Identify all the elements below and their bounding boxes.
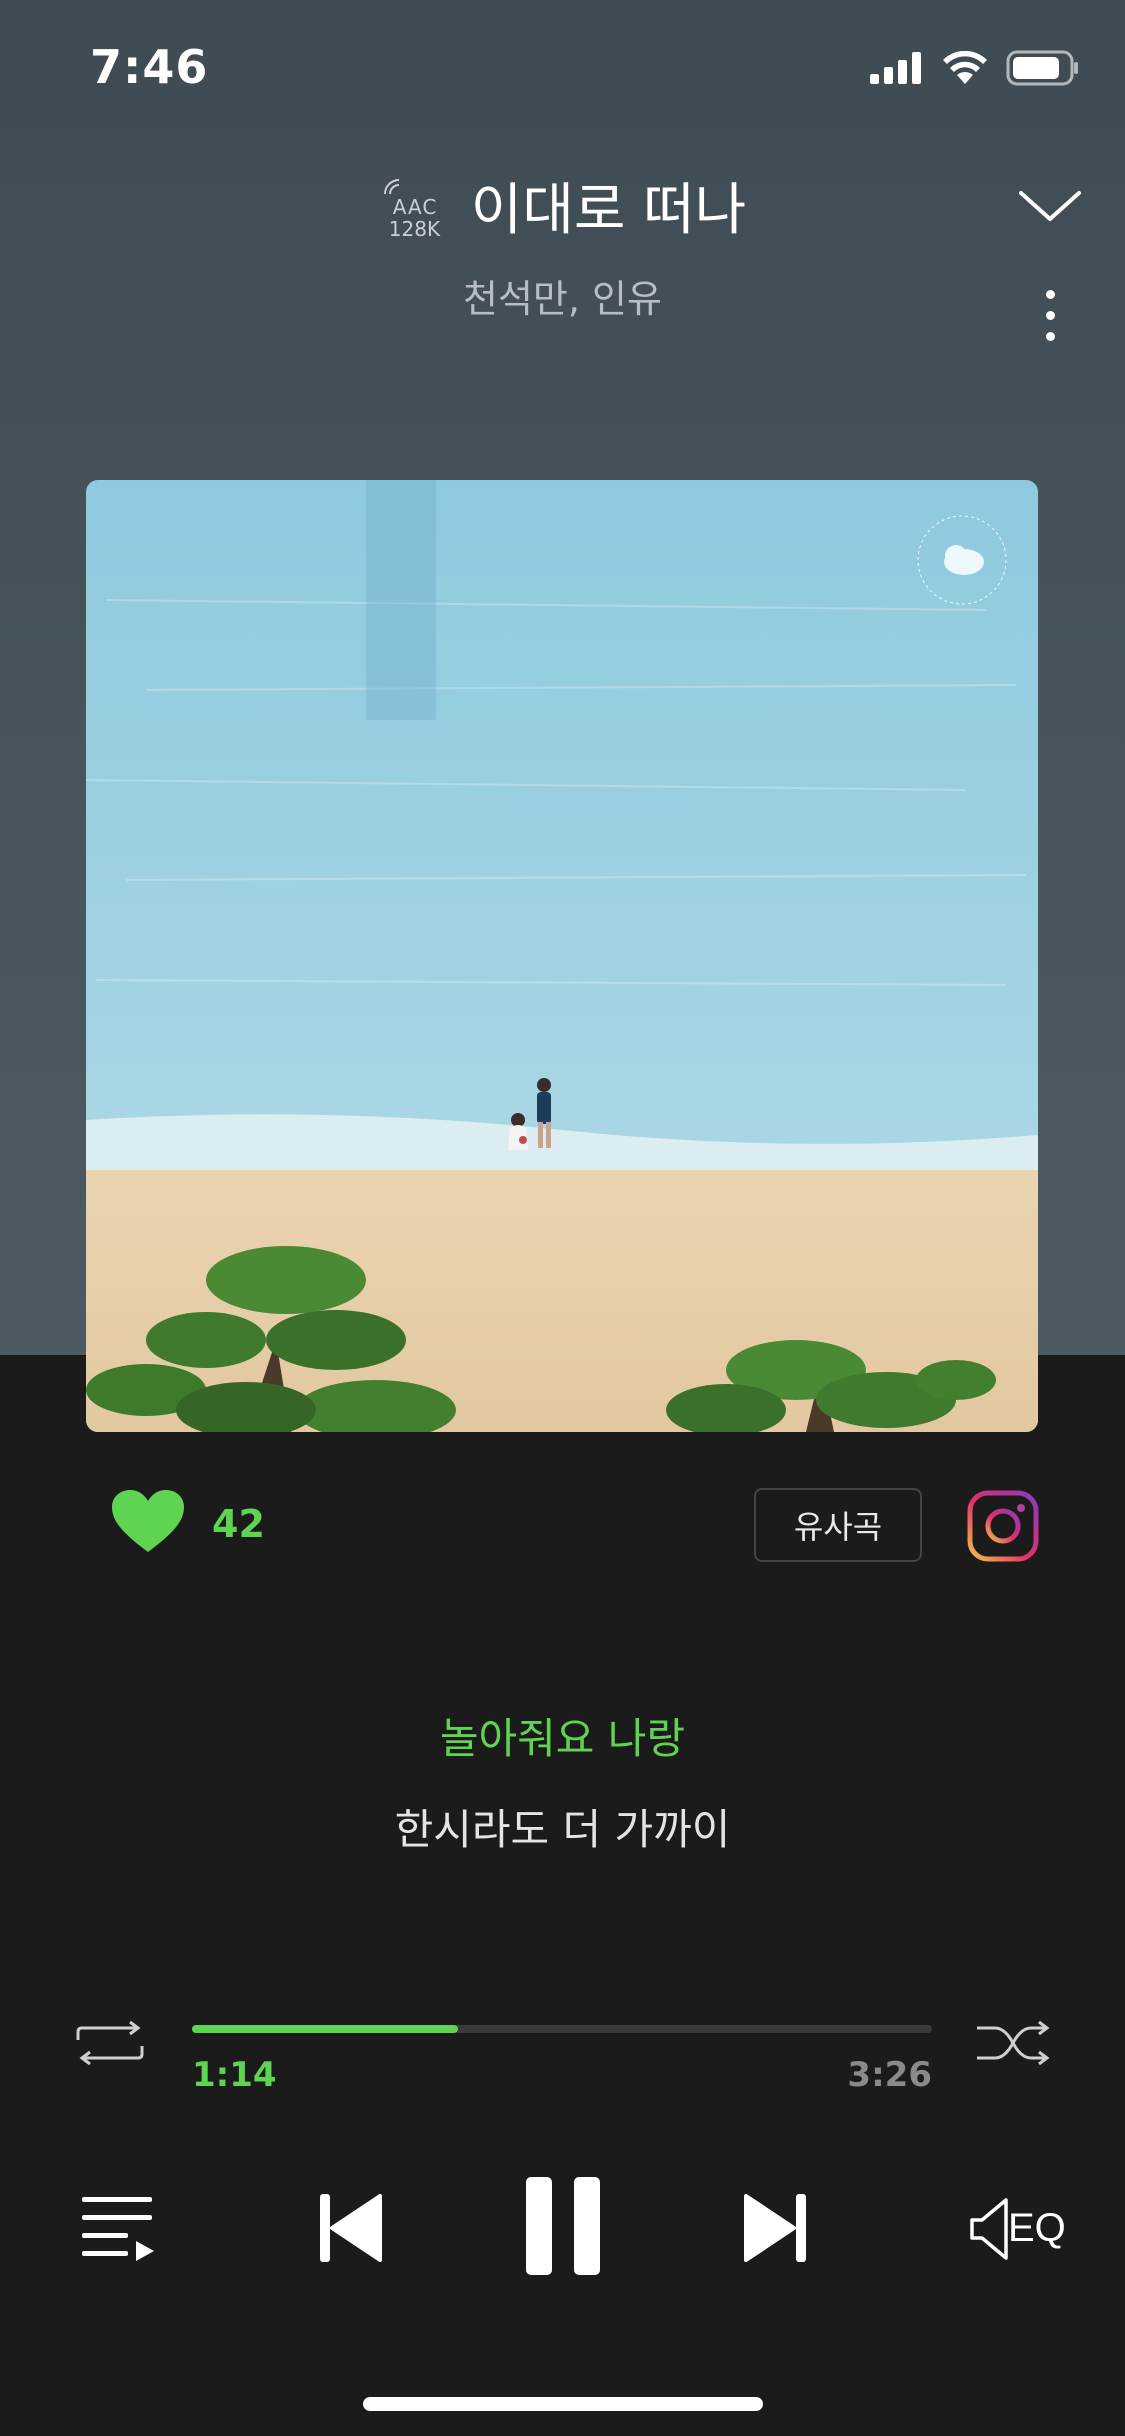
- streaming-wave-icon: [383, 178, 399, 194]
- progress-bar[interactable]: [192, 2025, 932, 2033]
- status-time: 7:46: [90, 40, 209, 94]
- repeat-icon[interactable]: [72, 2020, 148, 2066]
- lyrics-panel[interactable]: 놀아줘요 나랑 한시라도 더 가까이: [0, 1705, 1125, 1857]
- wifi-icon: [943, 51, 987, 84]
- speaker-icon: [970, 2198, 1008, 2260]
- equalizer-button[interactable]: EQ: [968, 2196, 1068, 2262]
- like-count: 42: [212, 1502, 265, 1546]
- instagram-icon[interactable]: [966, 1489, 1040, 1563]
- shuffle-icon[interactable]: [975, 2020, 1053, 2066]
- now-playing-header: AAC 128K 이대로 떠나 천석만, 인유: [0, 165, 1125, 323]
- battery-icon: [1006, 50, 1078, 86]
- lyric-current-line: 놀아줘요 나랑: [439, 1714, 686, 1763]
- chevron-down-icon[interactable]: [1015, 185, 1085, 229]
- home-indicator[interactable]: [363, 2397, 763, 2411]
- status-icons: [870, 50, 1080, 86]
- similar-songs-button[interactable]: 유사곡: [754, 1488, 922, 1562]
- playlist-icon[interactable]: [80, 2193, 156, 2263]
- more-options-icon[interactable]: [1035, 290, 1065, 350]
- title-row: AAC 128K 이대로 떠나: [379, 165, 746, 246]
- elapsed-time: 1:14: [192, 2055, 277, 2095]
- total-duration: 3:26: [847, 2055, 932, 2095]
- album-art: [86, 480, 1038, 1432]
- pause-icon[interactable]: [524, 2175, 602, 2277]
- artist-name[interactable]: 천석만, 인유: [0, 268, 1125, 323]
- codec-format: AAC: [392, 194, 438, 219]
- progress-fill: [192, 2025, 458, 2033]
- equalizer-label: EQ: [1008, 2206, 1066, 2250]
- song-title: 이대로 떠나: [470, 178, 747, 243]
- codec-bitrate: 128K: [388, 216, 441, 241]
- cellular-signal-icon: [870, 52, 921, 84]
- next-track-icon[interactable]: [744, 2192, 808, 2264]
- heart-icon[interactable]: [110, 1488, 186, 1554]
- codec-badge: AAC 128K: [379, 176, 449, 240]
- lyric-next-line: 한시라도 더 가까이: [394, 1805, 731, 1854]
- previous-track-icon[interactable]: [318, 2192, 382, 2264]
